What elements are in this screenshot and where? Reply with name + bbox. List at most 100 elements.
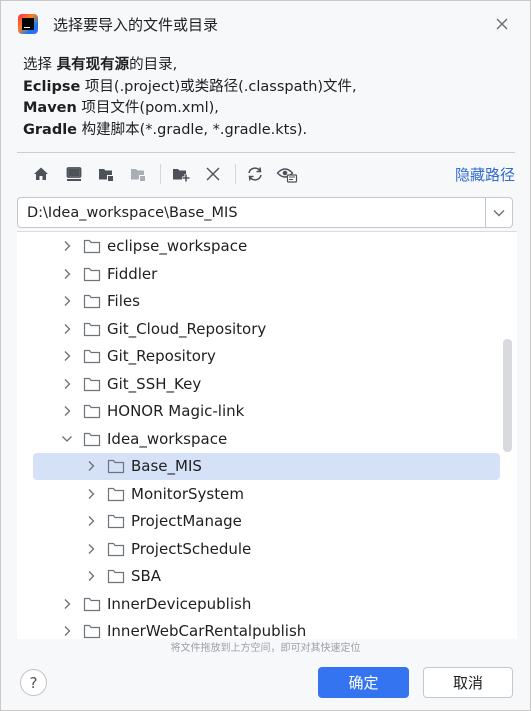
path-dropdown-button[interactable] (486, 198, 512, 227)
new-folder-icon (173, 169, 190, 182)
chevron-right-icon[interactable] (61, 240, 73, 252)
folder-icon (83, 404, 101, 419)
tree-row[interactable]: SBA (17, 563, 517, 590)
folder-icon (83, 432, 101, 446)
delete-button[interactable] (202, 163, 224, 185)
project-folder-button[interactable] (95, 163, 117, 185)
hide-path-link[interactable]: 隐藏路径 (455, 164, 515, 185)
module-folder-icon (131, 169, 145, 181)
chevron-down-icon (493, 209, 505, 216)
description-line-1: 选择 具有现有源的目录, (23, 57, 178, 73)
folder-icon (83, 624, 101, 639)
folder-icon (83, 322, 101, 336)
tree-row-label: ProjectManage (131, 512, 242, 530)
cancel-button[interactable]: 取消 (423, 667, 513, 698)
tree-row[interactable]: Idea_workspace (17, 426, 517, 453)
tree-row-label: Files (107, 292, 140, 310)
selection-highlight (33, 453, 500, 480)
description-line-2: Eclipse 项目(.project)或类路径(.classpath)文件, (23, 78, 357, 95)
tree-row-label: Git_SSH_Key (107, 374, 202, 393)
tree-row[interactable]: InnerDevicepublish (17, 591, 517, 618)
project-folder-icon (99, 169, 113, 181)
chevron-right-icon[interactable] (61, 598, 73, 610)
folder-icon (83, 377, 101, 391)
folder-icon (107, 459, 125, 474)
tree-row[interactable]: Base_MIS (17, 453, 517, 480)
tree-row[interactable]: MonitorSystem (17, 481, 517, 508)
ok-button[interactable]: 确定 (318, 667, 409, 698)
chevron-right-icon[interactable] (85, 543, 97, 555)
home-button[interactable] (30, 163, 52, 185)
chevron-right-icon[interactable] (85, 460, 97, 472)
folder-icon (107, 514, 125, 529)
folder-icon (107, 542, 125, 556)
show-hidden-files-button[interactable] (276, 163, 298, 185)
folder-icon (83, 267, 101, 281)
refresh-icon (248, 167, 262, 181)
tree-row[interactable]: ProjectSchedule (17, 536, 517, 563)
tree-row[interactable]: Git_SSH_Key (17, 371, 517, 398)
path-input[interactable] (18, 198, 485, 227)
scrollbar-thumb[interactable] (503, 339, 512, 452)
chevron-right-icon[interactable] (61, 295, 73, 307)
tree-row[interactable]: InnerWebCarRentalpublish (17, 618, 517, 639)
folder-icon (107, 569, 125, 584)
toolbar-divider (160, 164, 161, 184)
tree-row[interactable]: Git_Repository (17, 343, 517, 370)
chevron-right-icon[interactable] (85, 488, 97, 500)
folder-icon (83, 349, 101, 364)
tree-row-label: SBA (131, 567, 162, 585)
tree-row-label: HONOR Magic-link (107, 402, 245, 420)
tree-row-label: ProjectSchedule (131, 539, 252, 558)
show-hidden-files-icon (276, 168, 298, 183)
folder-icon (83, 239, 101, 254)
tree-row-label: Git_Cloud_Repository (107, 319, 267, 338)
path-combo (17, 197, 513, 228)
import-dialog: 选择要导入的文件或目录 选择 具有现有源的目录, Eclipse 项目(.pro… (0, 0, 531, 711)
module-folder-button[interactable] (127, 163, 149, 185)
delete-icon (206, 167, 220, 181)
dialog-title: 选择要导入的文件或目录 (53, 16, 219, 34)
chevron-right-icon[interactable] (85, 515, 97, 527)
tree-row-label: MonitorSystem (131, 484, 244, 503)
tree-row-label: Idea_workspace (107, 429, 228, 448)
folder-icon (107, 487, 125, 501)
desktop-icon (66, 167, 82, 181)
description: 选择 具有现有源的目录, Eclipse 项目(.project)或类路径(.c… (23, 55, 357, 141)
title-bar: 选择要导入的文件或目录 (1, 1, 530, 47)
file-tree[interactable]: eclipse_workspace Fiddler Files Git_Cloud_R… (17, 231, 517, 639)
chevron-right-icon[interactable] (61, 405, 73, 417)
tree-row[interactable]: eclipse_workspace (17, 233, 517, 260)
tree-row-label: Base_MIS (131, 457, 202, 475)
chevron-right-icon[interactable] (61, 378, 73, 390)
close-button[interactable] (492, 14, 512, 34)
intellij-idea-logo-icon (18, 14, 38, 34)
tree-row-label: Git_Repository (107, 347, 216, 365)
tree-row[interactable]: Git_Cloud_Repository (17, 316, 517, 343)
chevron-right-icon[interactable] (61, 625, 73, 637)
tree-row[interactable]: Fiddler (17, 261, 517, 288)
folder-icon (83, 294, 101, 309)
new-folder-button[interactable] (170, 163, 192, 185)
chevron-right-icon[interactable] (61, 323, 73, 335)
tree-row[interactable]: Files (17, 288, 517, 315)
drop-hint: 将文件拖放到上方空间，即可对其快速定位 (170, 643, 361, 654)
help-button[interactable]: ? (20, 669, 47, 696)
close-icon (496, 18, 508, 30)
description-line-4: Gradle 构建脚本(*.gradle, *.gradle.kts). (23, 121, 308, 138)
tree-row-label: Fiddler (107, 264, 158, 283)
home-icon (34, 167, 48, 180)
tree-row-label: InnerDevicepublish (107, 594, 252, 613)
description-line-3: Maven 项目文件(pom.xml), (23, 100, 219, 116)
tree-row[interactable]: HONOR Magic-link (17, 398, 517, 425)
separator (17, 152, 515, 153)
chevron-right-icon[interactable] (85, 570, 97, 582)
toolbar-divider (235, 164, 236, 184)
desktop-button[interactable] (63, 163, 85, 185)
chevron-down-icon[interactable] (61, 433, 73, 445)
toolbar (23, 159, 323, 189)
tree-row[interactable]: ProjectManage (17, 508, 517, 535)
refresh-button[interactable] (244, 163, 266, 185)
chevron-right-icon[interactable] (61, 350, 73, 362)
chevron-right-icon[interactable] (61, 268, 73, 280)
